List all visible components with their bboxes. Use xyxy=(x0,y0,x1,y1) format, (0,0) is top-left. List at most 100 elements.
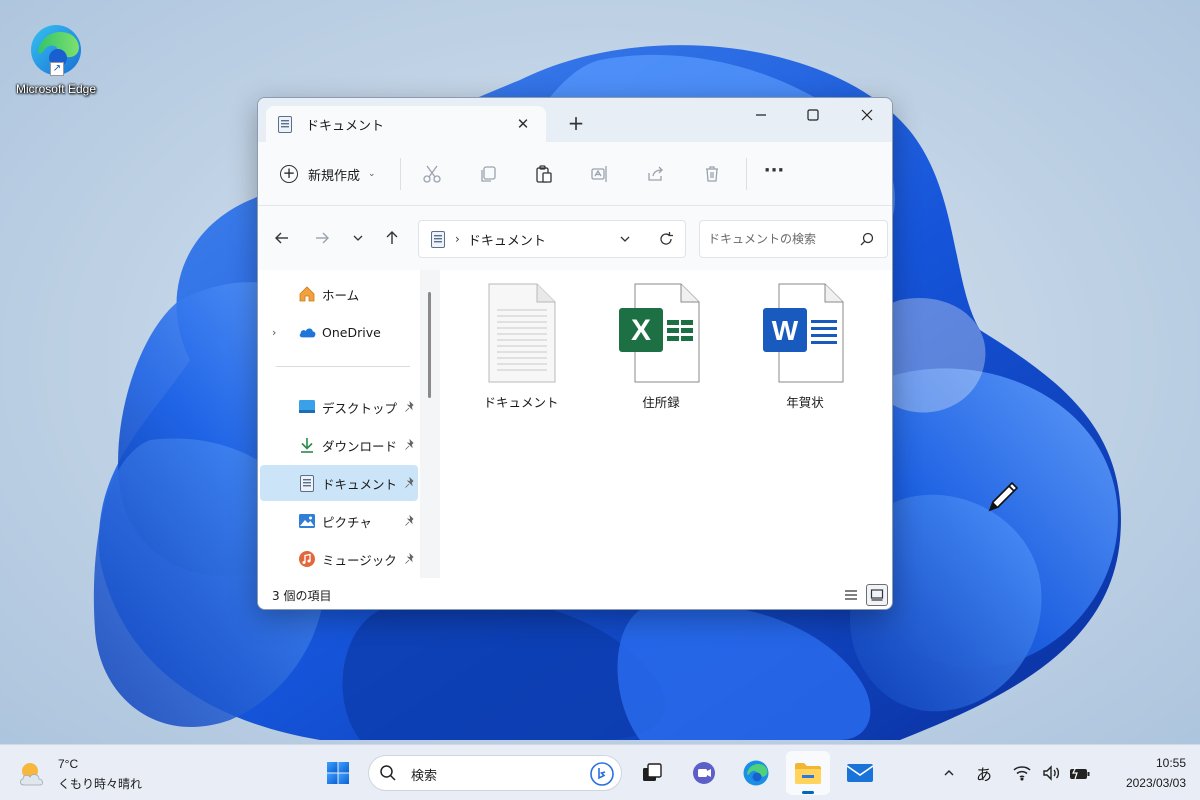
mail-taskbar-button[interactable] xyxy=(838,751,882,795)
windows-logo-icon xyxy=(327,762,349,784)
onedrive-icon xyxy=(298,323,316,341)
file-name: ドキュメント xyxy=(483,395,559,410)
weather-widget[interactable]: 7°C くもり時々晴れ xyxy=(16,753,156,795)
pin-icon[interactable] xyxy=(404,515,416,527)
bing-icon[interactable] xyxy=(589,761,615,787)
scrollbar-thumb[interactable] xyxy=(428,292,431,398)
minimize-button[interactable] xyxy=(738,100,784,130)
nav-item-music[interactable]: ミュージック xyxy=(260,541,418,577)
pin-icon[interactable] xyxy=(404,553,416,565)
up-button[interactable] xyxy=(378,224,406,252)
share-icon xyxy=(648,166,663,181)
new-button[interactable]: + 新規作成 ⌄ xyxy=(272,158,384,190)
chevron-up-icon xyxy=(944,770,954,776)
navigation-scrollbar[interactable] xyxy=(420,270,440,578)
taskbar: 7°C くもり時々晴れ 検索 あ 10:55 2023/03/03 xyxy=(0,744,1200,800)
edge-icon: ↗ xyxy=(28,22,84,78)
nav-item-desktop[interactable]: デスクトップ xyxy=(260,389,418,425)
system-clock[interactable]: 10:55 2023/03/03 xyxy=(1098,753,1186,793)
nav-item-home[interactable]: ホーム xyxy=(260,276,418,312)
recent-locations-button[interactable] xyxy=(344,224,372,252)
show-hidden-icons-button[interactable] xyxy=(938,761,960,785)
file-item[interactable]: X 住所録 xyxy=(596,282,726,422)
add-icon: + xyxy=(280,165,298,183)
documents-icon xyxy=(278,115,292,133)
clipboard-icon xyxy=(536,165,552,183)
start-button[interactable] xyxy=(316,751,360,795)
search-input[interactable] xyxy=(708,230,858,248)
active-app-indicator xyxy=(802,791,814,794)
nav-divider xyxy=(276,366,410,367)
nav-item-documents[interactable]: ドキュメント xyxy=(260,465,418,501)
new-tab-button[interactable]: + xyxy=(564,112,588,136)
documents-icon xyxy=(431,230,445,248)
teams-chat-button[interactable] xyxy=(682,751,726,795)
nav-item-downloads[interactable]: ダウンロード xyxy=(260,427,418,463)
file-explorer-taskbar-button[interactable] xyxy=(786,751,830,795)
close-icon xyxy=(861,109,873,121)
close-tab-button[interactable]: ✕ xyxy=(512,113,534,135)
network-button[interactable] xyxy=(1010,761,1034,785)
refresh-icon[interactable] xyxy=(657,230,675,248)
pin-icon[interactable] xyxy=(404,439,416,451)
large-icons-view-button[interactable] xyxy=(866,584,888,606)
task-view-button[interactable] xyxy=(630,751,674,795)
more-options-button[interactable]: ··· xyxy=(760,160,788,188)
weather-temperature: 7°C xyxy=(58,757,79,771)
address-bar[interactable]: › ドキュメント xyxy=(418,220,686,258)
weather-condition: くもり時々晴れ xyxy=(58,777,143,791)
pin-icon[interactable] xyxy=(404,477,416,489)
search-box[interactable] xyxy=(699,220,888,258)
mail-icon xyxy=(846,764,874,782)
folder-icon xyxy=(795,763,821,784)
details-view-button[interactable] xyxy=(840,584,862,606)
file-item[interactable]: W 年賀状 xyxy=(740,282,870,422)
taskbar-search[interactable]: 検索 xyxy=(368,755,622,791)
clock-date: 2023/03/03 xyxy=(1125,776,1186,790)
list-view-icon xyxy=(845,590,857,600)
maximize-icon xyxy=(807,109,819,121)
file-item[interactable]: ドキュメント xyxy=(456,282,586,422)
pen-cursor-icon xyxy=(988,481,1019,512)
chevron-right-icon[interactable]: › xyxy=(272,326,276,339)
cut-button[interactable] xyxy=(420,162,444,186)
command-divider xyxy=(400,158,401,190)
chevron-down-icon xyxy=(353,235,363,241)
nav-item-pictures[interactable]: ピクチャ xyxy=(260,503,418,539)
arrow-up-icon xyxy=(386,231,398,244)
chevron-down-icon[interactable] xyxy=(619,233,631,245)
download-icon xyxy=(298,436,316,454)
copy-icon xyxy=(481,166,496,182)
volume-button[interactable] xyxy=(1040,761,1064,785)
edge-taskbar-button[interactable] xyxy=(734,751,778,795)
close-window-button[interactable] xyxy=(844,100,890,130)
back-button[interactable] xyxy=(268,224,296,252)
tab-documents[interactable]: ドキュメント ✕ xyxy=(266,106,546,142)
search-icon xyxy=(860,232,874,246)
share-button[interactable] xyxy=(644,162,668,186)
clock-time: 10:55 xyxy=(1155,756,1186,770)
task-view-icon xyxy=(643,763,662,781)
music-icon xyxy=(298,550,316,568)
nav-item-label: ピクチャ xyxy=(322,514,372,530)
desktop-icon-edge[interactable]: ↗ Microsoft Edge xyxy=(6,22,106,96)
nav-item-onedrive[interactable]: › OneDrive xyxy=(260,314,418,350)
word-badge: W xyxy=(772,315,799,346)
pin-icon[interactable] xyxy=(404,401,416,413)
nav-item-label: デスクトップ xyxy=(322,400,398,416)
delete-button[interactable] xyxy=(700,162,724,186)
forward-button[interactable] xyxy=(308,224,336,252)
battery-button[interactable] xyxy=(1068,761,1092,785)
ime-indicator[interactable]: あ xyxy=(972,761,996,785)
chat-icon xyxy=(693,762,715,784)
paste-button[interactable] xyxy=(532,162,556,186)
file-name: 年賀状 xyxy=(786,395,824,410)
nav-item-label: OneDrive xyxy=(322,324,381,340)
chevron-down-icon: ⌄ xyxy=(368,169,376,179)
trash-icon xyxy=(706,166,718,182)
maximize-button[interactable] xyxy=(790,100,836,130)
breadcrumb-separator[interactable]: › xyxy=(455,232,460,246)
copy-button[interactable] xyxy=(476,162,500,186)
breadcrumb-documents[interactable]: ドキュメント xyxy=(468,230,546,249)
rename-button[interactable] xyxy=(588,162,612,186)
